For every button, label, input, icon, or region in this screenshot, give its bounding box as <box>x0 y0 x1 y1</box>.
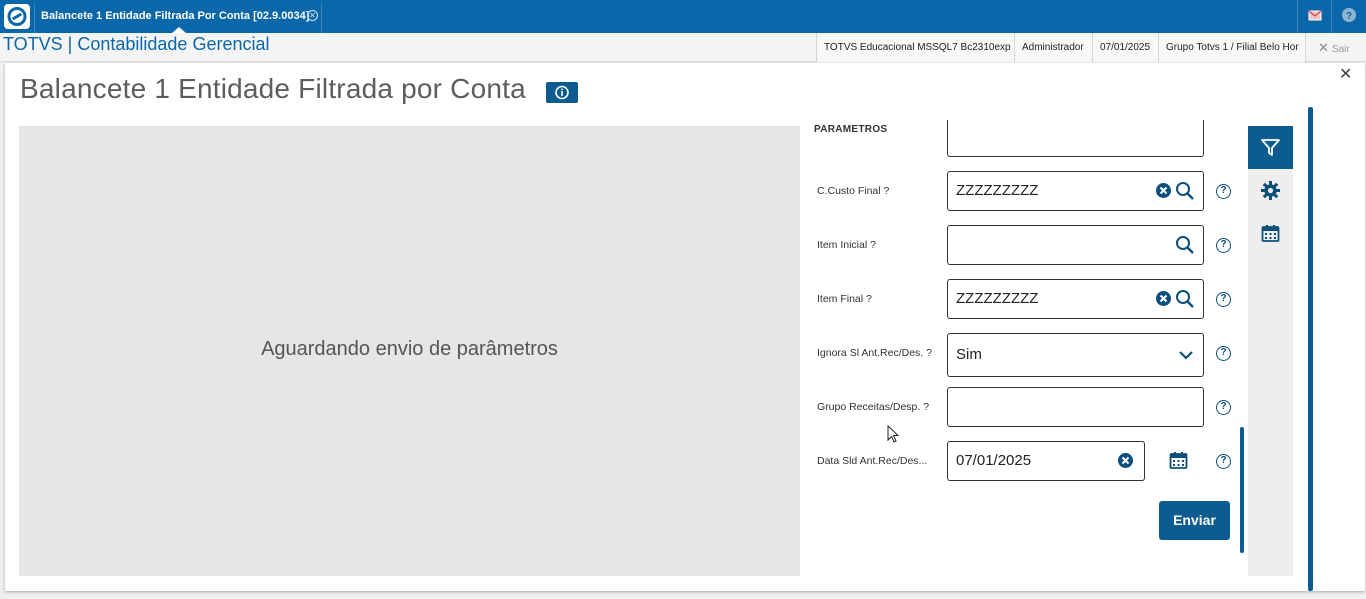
report-preview: Aguardando envio de parâmetros <box>19 126 800 576</box>
environment-info: TOTVS Educacional MSSQL7 Bc2310exp <box>816 33 1014 62</box>
search-icon[interactable] <box>1175 289 1195 309</box>
top-bar: Balancete 1 Entidade Filtrada Por Conta … <box>0 0 1366 33</box>
info-icon <box>555 85 569 100</box>
app-title: TOTVS | Contabilidade Gerencial <box>3 34 270 54</box>
tab-title: Balancete 1 Entidade Filtrada Por Conta … <box>41 10 310 22</box>
search-icon[interactable] <box>1175 235 1195 255</box>
select-value: Sim <box>956 346 982 363</box>
help-icon: ? <box>1342 8 1356 22</box>
clear-icon[interactable] <box>1156 183 1171 198</box>
preview-message: Aguardando envio de parâmetros <box>261 338 558 360</box>
date-info: 07/01/2025 <box>1092 33 1158 62</box>
mail-button[interactable] <box>1297 0 1331 33</box>
clear-icon[interactable] <box>1118 453 1133 468</box>
tab-balancete[interactable]: Balancete 1 Entidade Filtrada Por Conta … <box>34 3 322 33</box>
item-inicial-input[interactable] <box>947 225 1204 265</box>
info-button[interactable] <box>546 82 578 103</box>
params-heading: PARAMETROS <box>814 124 888 135</box>
data-saldo-input[interactable]: 07/01/2025 <box>947 441 1145 481</box>
params-scrollbar[interactable] <box>1240 427 1244 553</box>
field-label: Item Final ? <box>817 293 872 305</box>
field-label: Grupo Receitas/Desp. ? <box>817 401 930 413</box>
ignora-saldo-select[interactable]: Sim <box>947 333 1204 377</box>
field-value: 07/01/2025 <box>956 452 1032 469</box>
search-icon[interactable] <box>1175 181 1195 201</box>
field-value: ZZZZZZZZZ <box>956 290 1039 307</box>
help-icon[interactable]: ? <box>1216 238 1231 253</box>
exit-label: Sair <box>1331 44 1350 55</box>
ccusto-final-input[interactable]: ZZZZZZZZZ <box>947 171 1204 211</box>
svg-text:?: ? <box>1346 11 1352 22</box>
item-final-input[interactable]: ZZZZZZZZZ <box>947 279 1204 319</box>
header-bar: TOTVS | Contabilidade Gerencial TOTVS Ed… <box>0 33 1366 62</box>
exit-button[interactable]: ✕ Sair <box>1305 33 1366 62</box>
field-label: Item Inicial ? <box>817 239 876 251</box>
field-label: Data Sld Ant.Rec/Des... <box>817 455 928 467</box>
page-title: Balancete 1 Entidade Filtrada por Conta <box>20 73 526 104</box>
field-label: C.Custo Final ? <box>817 185 890 197</box>
tab-close-icon[interactable]: ✕ <box>307 10 318 21</box>
mail-icon <box>1308 10 1322 21</box>
help-icon[interactable]: ? <box>1216 292 1231 307</box>
user-info: Administrador <box>1014 33 1092 62</box>
field-value: ZZZZZZZZZ <box>956 182 1039 199</box>
page-scrollbar[interactable] <box>1308 107 1313 591</box>
close-icon: ✕ <box>1318 40 1329 55</box>
totvs-logo-icon[interactable] <box>4 4 30 29</box>
help-icon[interactable]: ? <box>1216 400 1231 415</box>
filter-tab-button[interactable] <box>1248 126 1293 169</box>
help-button[interactable]: ? <box>1331 0 1365 33</box>
mouse-cursor-icon <box>887 425 900 443</box>
field-label: Ignora Sl Ant.Rec/Des. ? <box>817 347 932 359</box>
close-page-icon[interactable]: ✕ <box>1339 64 1352 84</box>
clipped-field[interactable] <box>947 120 1204 157</box>
grupo-receitas-input[interactable] <box>947 387 1204 427</box>
schedule-calendar-icon[interactable] <box>1261 224 1280 243</box>
calendar-icon[interactable] <box>1169 451 1188 470</box>
gear-icon[interactable] <box>1260 180 1281 201</box>
branch-info: Grupo Totvs 1 / Filial Belo Hor <box>1158 33 1305 62</box>
clear-icon[interactable] <box>1156 291 1171 306</box>
chevron-down-icon <box>1179 351 1193 360</box>
enviar-button[interactable]: Enviar <box>1159 501 1230 540</box>
help-icon[interactable]: ? <box>1216 346 1231 361</box>
filter-icon <box>1261 139 1280 156</box>
help-icon[interactable]: ? <box>1216 454 1231 469</box>
help-icon[interactable]: ? <box>1216 184 1231 199</box>
